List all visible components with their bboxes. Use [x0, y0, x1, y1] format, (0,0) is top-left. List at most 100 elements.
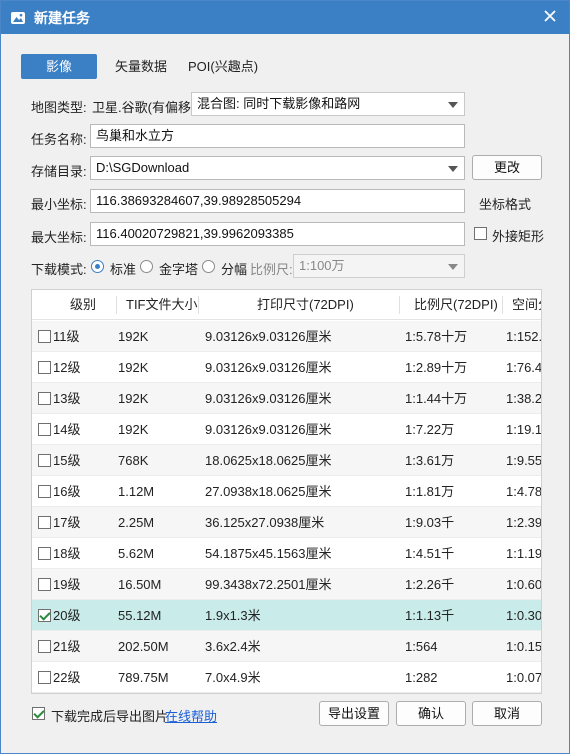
cell-scale: 1:282 [405, 670, 438, 685]
outer-rect-checkbox[interactable] [474, 227, 487, 240]
header-divider [116, 296, 117, 314]
task-name-value: 鸟巢和水立方 [96, 128, 175, 143]
cell-level: 15级 [53, 453, 81, 468]
tab-poi[interactable]: POI(兴趣点) [188, 54, 258, 79]
cell-print-size: 9.03126x9.03126厘米 [205, 391, 332, 406]
header-scale[interactable]: 比例尺(72DPI) [414, 290, 498, 320]
cell-level: 14级 [53, 422, 81, 437]
chevron-down-icon [448, 264, 458, 270]
mode-sheet-label: 分幅 [221, 262, 248, 277]
save-dir-value: D:\SGDownload [96, 160, 190, 175]
cell-print-size: 18.0625x18.0625厘米 [205, 453, 332, 468]
row-checkbox[interactable] [38, 671, 51, 684]
mode-sheet-radio[interactable] [202, 260, 215, 273]
cell-spatial: 1:0.15 [506, 639, 542, 654]
cell-tif-size: 768K [118, 453, 149, 468]
row-checkbox[interactable] [38, 578, 51, 591]
row-checkbox[interactable] [38, 547, 51, 560]
cell-spatial: 1:1.19 [506, 546, 542, 561]
scale-select[interactable]: 1:100万 [293, 254, 465, 278]
cell-tif-size: 192K [118, 422, 149, 437]
table-row[interactable]: 18级 5.62M 54.1875x45.1563厘米 1:4.51千 1:1.19 [32, 538, 542, 569]
cell-spatial: 1:9.55 [506, 453, 542, 468]
cell-spatial: 1:0.30 [506, 608, 542, 623]
cell-print-size: 99.3438x72.2501厘米 [205, 577, 332, 592]
row-checkbox[interactable] [38, 640, 51, 653]
cell-scale: 1:2.26千 [405, 577, 455, 592]
min-coord-label: 最小坐标: [31, 197, 87, 212]
header-tif-size[interactable]: TIF文件大小 [126, 290, 198, 320]
cell-scale: 1:2.89十万 [405, 360, 468, 375]
cell-print-size: 3.6x2.4米 [205, 639, 261, 654]
tab-vector-data[interactable]: 矢量数据 [115, 54, 167, 79]
scale-label: 比例尺: [250, 262, 293, 277]
cell-level: 22级 [53, 670, 81, 685]
export-after-checkbox[interactable] [32, 707, 45, 720]
map-source-value[interactable]: 卫星.谷歌(有偏移) [92, 97, 195, 116]
min-coord-value: 116.38693284607,39.98928505294 [96, 193, 302, 208]
cell-level: 20级 [53, 608, 81, 623]
tab-imagery[interactable]: 影像 [21, 54, 97, 79]
cell-scale: 1:1.13千 [405, 608, 455, 623]
title-bar: 新建任务 [1, 1, 569, 34]
row-checkbox[interactable] [38, 330, 51, 343]
cell-print-size: 54.1875x45.1563厘米 [205, 546, 332, 561]
table-row[interactable]: 15级 768K 18.0625x18.0625厘米 1:3.61万 1:9.55 [32, 445, 542, 476]
max-coord-input[interactable]: 116.40020729821,39.9962093385 [90, 222, 465, 246]
close-icon[interactable] [541, 7, 559, 25]
table-row[interactable]: 12级 192K 9.03126x9.03126厘米 1:2.89十万 1:76.44 [32, 352, 541, 383]
row-checkbox[interactable] [38, 392, 51, 405]
task-name-input[interactable]: 鸟巢和水立方 [90, 124, 465, 148]
chevron-down-icon [448, 102, 458, 108]
table-row[interactable]: 19级 16.50M 99.3438x72.2501厘米 1:2.26千 1:0.60 [32, 569, 541, 600]
online-help-link[interactable]: 在线帮助 [165, 706, 217, 725]
mode-standard-radio[interactable] [91, 260, 104, 273]
cell-level: 13级 [53, 391, 81, 406]
cell-scale: 1:7.22万 [405, 422, 455, 437]
export-settings-button[interactable]: 导出设置 [319, 701, 389, 726]
cell-level: 19级 [53, 577, 81, 592]
map-mode-select[interactable]: 混合图: 同时下载影像和路网 [191, 92, 465, 116]
cell-spatial: 1:4.78 [506, 484, 542, 499]
mode-pyramid-label: 金字塔 [159, 262, 199, 277]
cell-tif-size: 55.12M [118, 608, 162, 623]
cell-scale: 1:1.81万 [405, 484, 455, 499]
header-spatial[interactable]: 空间分 [512, 290, 541, 320]
coord-format-link[interactable]: 坐标格式 [479, 194, 531, 213]
row-checkbox[interactable] [38, 485, 51, 498]
row-checkbox[interactable] [38, 454, 51, 467]
cell-print-size: 9.03126x9.03126厘米 [205, 329, 332, 344]
change-dir-button[interactable]: 更改 [472, 155, 542, 180]
chevron-down-icon [448, 166, 458, 172]
save-dir-select[interactable]: D:\SGDownload [90, 156, 465, 180]
mode-pyramid-radio[interactable] [140, 260, 153, 273]
cell-scale: 1:564 [405, 639, 438, 654]
min-coord-input[interactable]: 116.38693284607,39.98928505294 [90, 189, 465, 213]
header-print-size[interactable]: 打印尺寸(72DPI) [257, 290, 354, 320]
cell-scale: 1:9.03千 [405, 515, 455, 530]
map-type-label: 地图类型: [31, 100, 87, 115]
cell-level: 11级 [53, 329, 80, 344]
cancel-button[interactable]: 取消 [472, 701, 542, 726]
row-checkbox[interactable] [38, 516, 51, 529]
table-row[interactable]: 14级 192K 9.03126x9.03126厘米 1:7.22万 1:19.11 [32, 414, 541, 445]
table-row[interactable]: 16级 1.12M 27.0938x18.0625厘米 1:1.81万 1:4.78 [32, 476, 542, 507]
table-row[interactable]: 17级 2.25M 36.125x27.0938厘米 1:9.03千 1:2.39 [32, 507, 541, 538]
table-row[interactable]: 13级 192K 9.03126x9.03126厘米 1:1.44十万 1:38.22 [32, 383, 541, 414]
table-row[interactable]: 11级 192K 9.03126x9.03126厘米 1:5.78十万 1:152.8 [32, 321, 542, 352]
row-checkbox[interactable] [38, 609, 51, 622]
table-row[interactable]: 21级 202.50M 3.6x2.4米 1:564 1:0.15 [32, 631, 542, 662]
cell-spatial: 1:152.8 [506, 329, 542, 344]
row-checkbox[interactable] [38, 423, 51, 436]
header-divider [399, 296, 400, 314]
header-level[interactable]: 级别 [70, 290, 96, 320]
save-dir-label: 存储目录: [31, 164, 87, 179]
app-icon [11, 11, 25, 24]
row-checkbox[interactable] [38, 361, 51, 374]
table-row[interactable]: 20级 55.12M 1.9x1.3米 1:1.13千 1:0.30 [32, 600, 542, 631]
task-name-label: 任务名称: [31, 132, 87, 147]
max-coord-label: 最大坐标: [31, 230, 87, 245]
ok-button[interactable]: 确认 [396, 701, 466, 726]
cell-tif-size: 1.12M [118, 484, 155, 499]
table-row[interactable]: 22级 789.75M 7.0x4.9米 1:282 1:0.07 [32, 662, 541, 693]
